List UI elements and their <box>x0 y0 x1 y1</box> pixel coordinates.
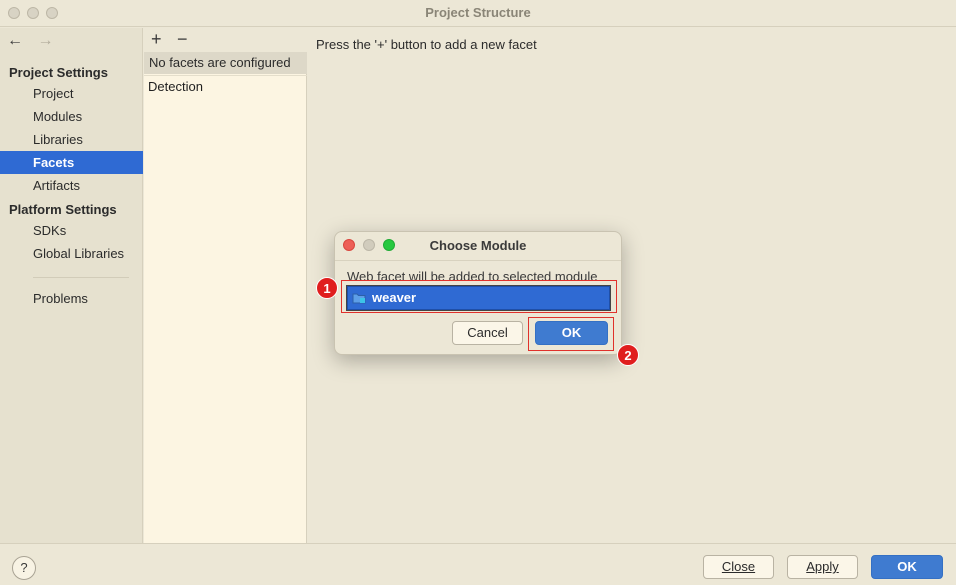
platform-settings-header: Platform Settings <box>9 202 117 217</box>
navigation-arrows: ← → <box>7 32 63 50</box>
back-arrow-icon[interactable]: ← <box>7 32 23 50</box>
facets-empty-message[interactable]: No facets are configured <box>144 52 307 74</box>
close-button-label: Close <box>721 559 756 574</box>
sidebar-item-global-libraries[interactable]: Global Libraries <box>0 242 143 265</box>
settings-sidebar: ← → Project Settings Project Modules Lib… <box>0 28 143 543</box>
bottom-bar: ? Close Apply OK <box>0 543 956 585</box>
sidebar-item-facets[interactable]: Facets <box>0 151 143 174</box>
sidebar-item-problems[interactable]: Problems <box>0 287 143 310</box>
add-facet-button[interactable]: + <box>151 29 162 49</box>
sidebar-item-libraries[interactable]: Libraries <box>0 128 143 151</box>
help-button[interactable]: ? <box>12 556 36 580</box>
callout-box-module <box>341 280 617 313</box>
project-settings-header: Project Settings <box>9 65 108 80</box>
detection-item[interactable]: Detection <box>144 75 307 97</box>
title-bar: Project Structure <box>0 0 956 27</box>
sidebar-item-project[interactable]: Project <box>0 82 143 105</box>
callout-badge-1: 1 <box>316 277 338 299</box>
close-button[interactable]: Close <box>703 555 774 579</box>
dialog-title-divider <box>335 260 621 261</box>
sidebar-item-modules[interactable]: Modules <box>0 105 143 128</box>
sidebar-item-artifacts[interactable]: Artifacts <box>0 174 143 197</box>
dialog-title: Choose Module <box>429 238 527 253</box>
add-facet-hint: Press the '+' button to add a new facet <box>316 37 537 52</box>
callout-box-ok <box>528 317 614 351</box>
facets-toolbar: + − <box>144 28 307 52</box>
apply-button[interactable]: Apply <box>787 555 858 579</box>
remove-facet-button[interactable]: − <box>177 29 188 49</box>
project-structure-window: Project Structure ← → Project Settings P… <box>0 0 956 585</box>
window-title: Project Structure <box>425 5 531 20</box>
facets-panel: + − No facets are configured Detection <box>144 28 307 543</box>
dialog-cancel-button[interactable]: Cancel <box>452 321 523 345</box>
forward-arrow-icon[interactable]: → <box>37 32 53 50</box>
callout-badge-2: 2 <box>617 344 639 366</box>
sidebar-item-sdks[interactable]: SDKs <box>0 219 143 242</box>
sidebar-divider <box>33 277 129 278</box>
apply-button-label: Apply <box>806 559 839 574</box>
ok-button[interactable]: OK <box>871 555 943 579</box>
